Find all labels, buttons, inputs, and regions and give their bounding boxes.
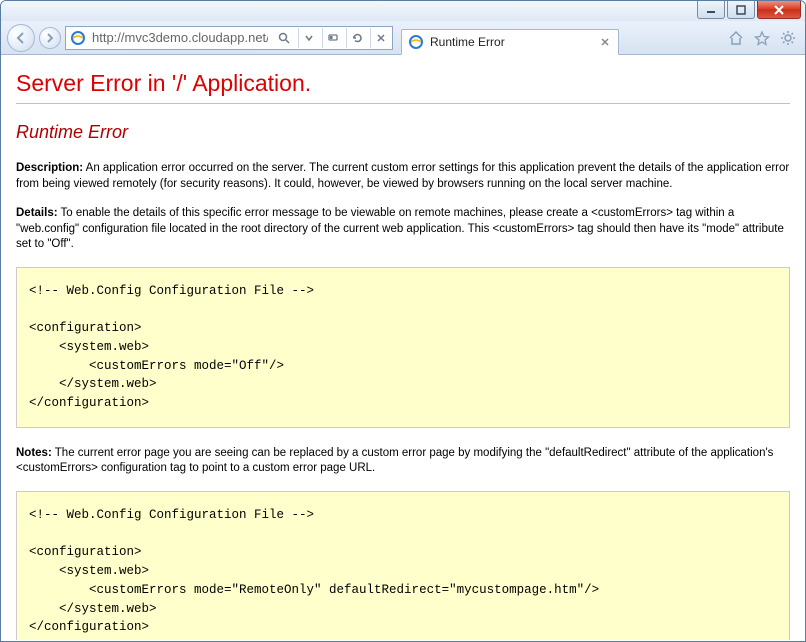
toolbar-right-icons xyxy=(727,29,799,47)
close-icon xyxy=(600,37,610,47)
description-label: Description: xyxy=(16,162,83,174)
description-text: An application error occurred on the ser… xyxy=(16,162,789,190)
details-label: Details: xyxy=(16,207,58,219)
ie-logo-icon xyxy=(408,34,424,50)
webconfig-code-off: <!-- Web.Config Configuration File --> <… xyxy=(16,267,790,428)
notes-label: Notes: xyxy=(16,447,52,459)
description-paragraph: Description: An application error occurr… xyxy=(16,161,790,192)
tools-button[interactable] xyxy=(779,29,797,47)
chevron-down-icon xyxy=(304,33,314,43)
webconfig-code-remoteonly: <!-- Web.Config Configuration File --> <… xyxy=(16,491,790,640)
ie-logo-icon xyxy=(70,30,86,46)
compatibility-button[interactable] xyxy=(322,28,342,48)
search-button[interactable] xyxy=(274,28,294,48)
compatibility-icon xyxy=(327,32,339,44)
close-button[interactable] xyxy=(757,1,801,19)
back-arrow-icon xyxy=(14,31,28,45)
refresh-icon xyxy=(351,32,363,44)
refresh-button[interactable] xyxy=(346,28,366,48)
tab-close-button[interactable] xyxy=(598,35,612,49)
heading-separator xyxy=(16,103,790,104)
browser-toolbar: Runtime Error xyxy=(1,21,805,55)
maximize-icon xyxy=(736,5,746,15)
minimize-icon xyxy=(706,5,716,15)
details-text: To enable the details of this specific e… xyxy=(16,207,784,250)
notes-paragraph: Notes: The current error page you are se… xyxy=(16,446,790,477)
minimize-button[interactable] xyxy=(697,1,725,19)
home-icon xyxy=(728,30,744,46)
forward-arrow-icon xyxy=(44,32,56,44)
server-error-heading: Server Error in '/' Application. xyxy=(16,70,790,97)
gear-icon xyxy=(780,30,796,46)
forward-button[interactable] xyxy=(39,27,61,49)
stop-icon xyxy=(376,33,386,43)
stop-button[interactable] xyxy=(370,28,390,48)
search-icon xyxy=(278,32,290,44)
close-icon xyxy=(773,5,785,15)
window-titlebar xyxy=(1,1,805,21)
address-dropdown[interactable] xyxy=(298,28,318,48)
favorites-button[interactable] xyxy=(753,29,771,47)
runtime-error-heading: Runtime Error xyxy=(16,122,790,143)
page-viewport[interactable]: Server Error in '/' Application. Runtime… xyxy=(2,56,804,640)
star-icon xyxy=(754,30,770,46)
details-paragraph: Details: To enable the details of this s… xyxy=(16,206,790,253)
notes-text: The current error page you are seeing ca… xyxy=(16,447,773,475)
error-page-content: Server Error in '/' Application. Runtime… xyxy=(2,56,804,640)
address-bar[interactable] xyxy=(65,26,393,50)
browser-tab[interactable]: Runtime Error xyxy=(401,29,619,55)
home-button[interactable] xyxy=(727,29,745,47)
maximize-button[interactable] xyxy=(727,1,755,19)
address-input[interactable] xyxy=(90,28,270,48)
tab-title: Runtime Error xyxy=(430,35,592,49)
back-button[interactable] xyxy=(7,24,35,52)
